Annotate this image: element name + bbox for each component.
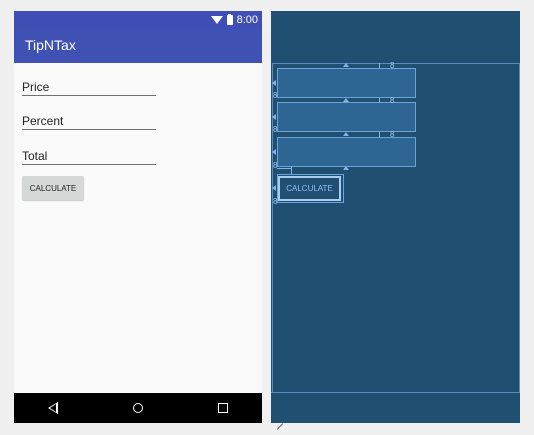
back-icon[interactable]	[48, 402, 58, 414]
status-bar: 8:00	[14, 11, 262, 29]
calculate-button[interactable]: CALCULATE	[22, 176, 84, 200]
total-input[interactable]	[22, 149, 156, 163]
margin-label: 8	[273, 125, 278, 134]
recents-icon[interactable]	[218, 403, 228, 413]
price-field-wrapper	[22, 76, 156, 96]
anchor-left-icon[interactable]	[272, 185, 276, 191]
margin-label: 8	[390, 130, 395, 139]
status-time: 8:00	[236, 14, 258, 26]
percent-input[interactable]	[22, 114, 156, 128]
anchor-top-icon[interactable]	[343, 98, 349, 102]
blueprint-percent-field[interactable]	[277, 102, 416, 132]
layout-content: CALCULATE	[14, 63, 262, 393]
margin-label: 8	[390, 96, 395, 105]
blueprint-total-field[interactable]	[277, 137, 416, 167]
anchor-left-icon[interactable]	[272, 114, 276, 120]
blueprint-price-field[interactable]	[277, 68, 416, 98]
blueprint-nav-divider	[271, 392, 520, 393]
blueprint-calculate-button[interactable]: CALCULATE	[278, 176, 341, 201]
margin-label: 8	[390, 61, 395, 70]
app-title: TipNTax	[25, 37, 76, 53]
margin-tick	[379, 98, 380, 103]
anchor-left-icon[interactable]	[272, 80, 276, 86]
wifi-icon	[210, 16, 223, 24]
margin-tick	[379, 63, 380, 68]
nav-bar	[14, 393, 262, 423]
status-icons: 8:00	[210, 13, 258, 27]
price-input[interactable]	[22, 80, 156, 94]
blueprint-view[interactable]: 8 8 8 8 8 8 8 CALCULATE	[271, 11, 520, 423]
total-field-wrapper	[22, 145, 156, 165]
percent-field-wrapper	[22, 110, 156, 130]
home-icon[interactable]	[133, 403, 143, 413]
anchor-top-icon[interactable]	[343, 166, 349, 170]
resize-handle-icon[interactable]	[276, 423, 284, 430]
margin-label: 8	[273, 91, 278, 100]
app-bar: TipNTax	[14, 29, 262, 63]
design-preview: 8:00 TipNTax CALCULATE	[14, 11, 262, 423]
battery-icon	[226, 13, 233, 25]
margin-tick	[379, 132, 380, 137]
anchor-top-icon[interactable]	[343, 63, 349, 67]
anchor-left-icon[interactable]	[272, 149, 276, 155]
constraint-line	[277, 168, 291, 169]
margin-tick	[291, 166, 292, 174]
anchor-top-icon[interactable]	[343, 132, 349, 136]
